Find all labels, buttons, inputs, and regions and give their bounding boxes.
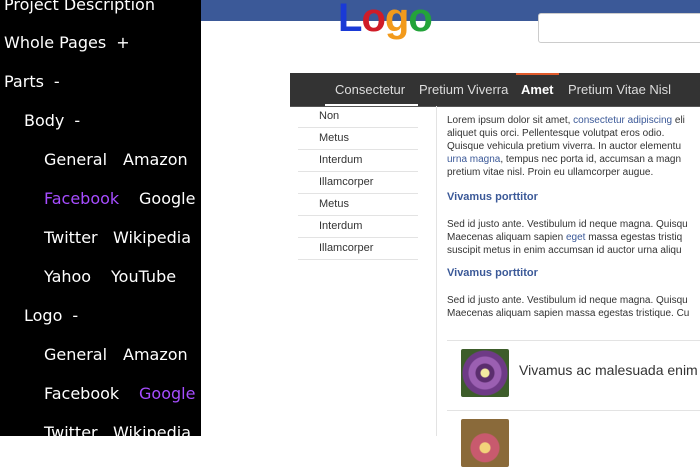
- sub-menu-item[interactable]: Metus: [298, 194, 418, 216]
- flower-thumbnail: [461, 419, 509, 467]
- sub-menu: Non Metus Interdum Illamcorper Metus Int…: [298, 106, 418, 260]
- site-logo[interactable]: Logo: [338, 0, 433, 41]
- column-divider: [436, 106, 437, 436]
- article-content: Lorem ipsum dolor sit amet, consectetur …: [447, 114, 700, 320]
- sub-menu-item[interactable]: Metus: [298, 128, 418, 150]
- sub-menu-item[interactable]: Illamcorper: [298, 238, 418, 260]
- nav-body-amazon[interactable]: Amazon: [123, 140, 188, 179]
- nav-project-description[interactable]: Project Description: [4, 0, 155, 24]
- inline-link[interactable]: eget: [566, 232, 585, 243]
- sub-menu-item[interactable]: Interdum: [298, 150, 418, 172]
- expand-toggle[interactable]: +: [116, 33, 129, 52]
- nav-body-wikipedia[interactable]: Wikipedia: [113, 218, 191, 257]
- section-heading: Vivamus porttitor: [447, 267, 538, 279]
- section-paragraph: Sed id justo ante. Vestibulum id neque m…: [447, 219, 688, 256]
- tab-amet[interactable]: Amet: [516, 73, 558, 106]
- nav-logo[interactable]: Logo -: [24, 296, 78, 335]
- sub-menu-item[interactable]: Interdum: [298, 216, 418, 238]
- section-paragraph: Sed id justo ante. Vestibulum id neque m…: [447, 295, 690, 319]
- search-input[interactable]: [538, 13, 700, 43]
- flower-thumbnail: [461, 349, 509, 397]
- nav-logo-google[interactable]: Google: [139, 374, 195, 413]
- inline-link[interactable]: consectetur adipiscing: [573, 115, 672, 126]
- nav-logo-facebook[interactable]: Facebook: [44, 374, 119, 413]
- nav-logo-wikipedia[interactable]: Wikipedia: [113, 413, 191, 436]
- nav-body-general[interactable]: General: [44, 140, 107, 179]
- nav-body-google[interactable]: Google: [139, 179, 195, 218]
- side-navigation: Project Description Whole Pages + Parts - …: [0, 0, 201, 436]
- nav-whole-pages[interactable]: Whole Pages +: [4, 23, 130, 62]
- nav-logo-amazon[interactable]: Amazon: [123, 335, 188, 374]
- nav-logo-twitter[interactable]: Twitter: [44, 413, 98, 436]
- collapse-toggle[interactable]: -: [54, 72, 60, 91]
- tab-pretium-vitae-nisl[interactable]: Pretium Vitae Nisl: [568, 73, 671, 106]
- collapse-toggle[interactable]: -: [72, 306, 78, 325]
- nav-body[interactable]: Body -: [24, 101, 80, 140]
- section-heading: Vivamus porttitor: [447, 191, 538, 203]
- nav-logo-general[interactable]: General: [44, 335, 107, 374]
- intro-paragraph: Lorem ipsum dolor sit amet, consectetur …: [447, 115, 685, 178]
- nav-body-youtube[interactable]: YouTube: [111, 257, 176, 296]
- sub-menu-item[interactable]: Illamcorper: [298, 172, 418, 194]
- nav-parts[interactable]: Parts -: [4, 62, 60, 101]
- tab-consectetur[interactable]: Consectetur: [335, 73, 405, 106]
- nav-body-facebook[interactable]: Facebook: [44, 179, 119, 218]
- nav-body-yahoo[interactable]: Yahoo: [44, 257, 91, 296]
- list-item[interactable]: Vivamus ac malesuada enim: [447, 340, 700, 401]
- tab-bar: Consectetur Pretium Viverra Amet Pretium…: [290, 73, 700, 107]
- nav-body-twitter[interactable]: Twitter: [44, 218, 98, 257]
- list-item[interactable]: [447, 410, 700, 471]
- sub-menu-item[interactable]: Non: [298, 106, 418, 128]
- card-title: Vivamus ac malesuada enim: [519, 362, 698, 378]
- collapse-toggle[interactable]: -: [74, 111, 80, 130]
- tab-pretium-viverra[interactable]: Pretium Viverra: [419, 73, 508, 106]
- inline-link[interactable]: urna magna: [447, 154, 500, 165]
